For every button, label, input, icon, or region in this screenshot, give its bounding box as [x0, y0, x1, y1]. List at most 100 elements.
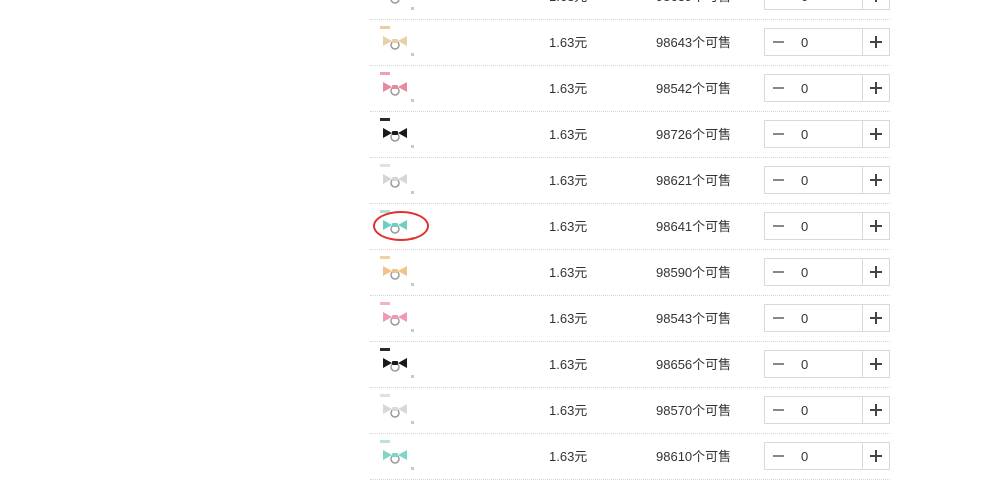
minus-icon [772, 87, 784, 89]
ring-bow-pink-icon[interactable] [380, 302, 414, 336]
sku-row: 1.63元 98643个可售 [370, 20, 890, 66]
quantity-stepper[interactable] [764, 396, 890, 424]
increase-button[interactable] [862, 120, 890, 148]
quantity-input[interactable] [791, 74, 863, 102]
ring-bow-teal-icon[interactable] [373, 210, 429, 244]
decrease-button[interactable] [764, 212, 792, 240]
ring-bow-mint-icon[interactable] [380, 0, 414, 14]
stock-text: 98610个可售 [656, 449, 732, 464]
quantity-input[interactable] [791, 120, 863, 148]
thumb-dot [411, 99, 414, 102]
quantity-stepper[interactable] [764, 212, 890, 240]
increase-button[interactable] [862, 304, 890, 332]
quantity-input[interactable] [791, 166, 863, 194]
decrease-button[interactable] [764, 0, 792, 10]
minus-icon [772, 455, 784, 457]
increase-button[interactable] [862, 350, 890, 378]
sku-row: 1.63元 98590个可售 [370, 250, 890, 296]
ring-lips-pink-icon[interactable] [380, 72, 414, 106]
quantity-stepper[interactable] [764, 304, 890, 332]
ring-bow-peach-icon[interactable] [380, 256, 414, 290]
quantity-input[interactable] [791, 258, 863, 286]
decrease-button[interactable] [764, 304, 792, 332]
ring-bow-black-icon[interactable] [380, 118, 414, 152]
thumb-dot [411, 375, 414, 378]
ring-holder-shape [383, 312, 407, 326]
thumb-dot [411, 7, 414, 10]
stock-text: 98643个可售 [656, 35, 732, 50]
ring-holder-shape [390, 0, 400, 4]
ring-holder-shape [383, 404, 407, 418]
stock-text: 98542个可售 [656, 81, 732, 96]
increase-button[interactable] [862, 74, 890, 102]
thumb-tag [380, 302, 390, 305]
stock-text: 98590个可售 [656, 265, 732, 280]
quantity-stepper[interactable] [764, 442, 890, 470]
increase-button[interactable] [862, 166, 890, 194]
plus-icon [870, 174, 882, 186]
increase-button[interactable] [862, 28, 890, 56]
plus-icon [870, 312, 882, 324]
ring-bunny-mint-icon[interactable] [380, 440, 414, 474]
quantity-stepper[interactable] [764, 258, 890, 286]
price-text: 1.63元 [549, 449, 588, 464]
minus-icon [772, 363, 784, 365]
decrease-button[interactable] [764, 350, 792, 378]
quantity-stepper[interactable] [764, 166, 890, 194]
ring-holder-shape [383, 450, 407, 464]
quantity-stepper[interactable] [764, 0, 890, 10]
price-text: 1.63元 [549, 311, 588, 326]
quantity-input[interactable] [791, 442, 863, 470]
sku-row: 1.63元 98621个可售 [370, 158, 890, 204]
decrease-button[interactable] [764, 396, 792, 424]
quantity-input[interactable] [791, 28, 863, 56]
sku-row: 1.63元 98656个可售 [370, 342, 890, 388]
sku-row: 1.63元 98639个可售 [370, 0, 890, 20]
ring-holder-shape [383, 36, 407, 50]
sku-row: 1.63元 98570个可售 [370, 388, 890, 434]
increase-button[interactable] [862, 258, 890, 286]
thumb-dot [411, 53, 414, 56]
increase-button[interactable] [862, 442, 890, 470]
decrease-button[interactable] [764, 120, 792, 148]
increase-button[interactable] [862, 212, 890, 240]
stock-text: 98656个可售 [656, 357, 732, 372]
minus-icon [772, 133, 784, 135]
stock-text: 98641个可售 [656, 219, 732, 234]
sku-row: 1.63元 98726个可售 [370, 112, 890, 158]
minus-icon [772, 409, 784, 411]
quantity-stepper[interactable] [764, 28, 890, 56]
quantity-input[interactable] [791, 0, 863, 10]
sku-row: 1.63元 98542个可售 [370, 66, 890, 112]
quantity-stepper[interactable] [764, 350, 890, 378]
ring-bunny-white-icon[interactable] [380, 394, 414, 428]
decrease-button[interactable] [764, 28, 792, 56]
decrease-button[interactable] [764, 258, 792, 286]
quantity-stepper[interactable] [764, 120, 890, 148]
quantity-input[interactable] [791, 350, 863, 378]
quantity-input[interactable] [791, 304, 863, 332]
ring-bow-black-icon[interactable] [380, 348, 414, 382]
ring-bear-beige-icon[interactable] [380, 26, 414, 60]
decrease-button[interactable] [764, 442, 792, 470]
thumb-tag [380, 440, 390, 443]
plus-icon [870, 36, 882, 48]
sku-row: 1.63元 98543个可售 [370, 296, 890, 342]
price-text: 1.63元 [549, 265, 588, 280]
decrease-button[interactable] [764, 166, 792, 194]
plus-icon [870, 404, 882, 416]
quantity-input[interactable] [791, 212, 863, 240]
ring-bow-white-icon[interactable] [380, 164, 414, 198]
plus-icon [870, 0, 882, 2]
increase-button[interactable] [862, 0, 890, 10]
increase-button[interactable] [862, 396, 890, 424]
highlight-circle [373, 211, 429, 241]
decrease-button[interactable] [764, 74, 792, 102]
quantity-stepper[interactable] [764, 74, 890, 102]
thumb-tag [380, 256, 390, 259]
ring-holder-shape [383, 82, 407, 96]
price-text: 1.63元 [549, 35, 588, 50]
thumb-tag [380, 118, 390, 121]
thumb-dot [411, 329, 414, 332]
quantity-input[interactable] [791, 396, 863, 424]
